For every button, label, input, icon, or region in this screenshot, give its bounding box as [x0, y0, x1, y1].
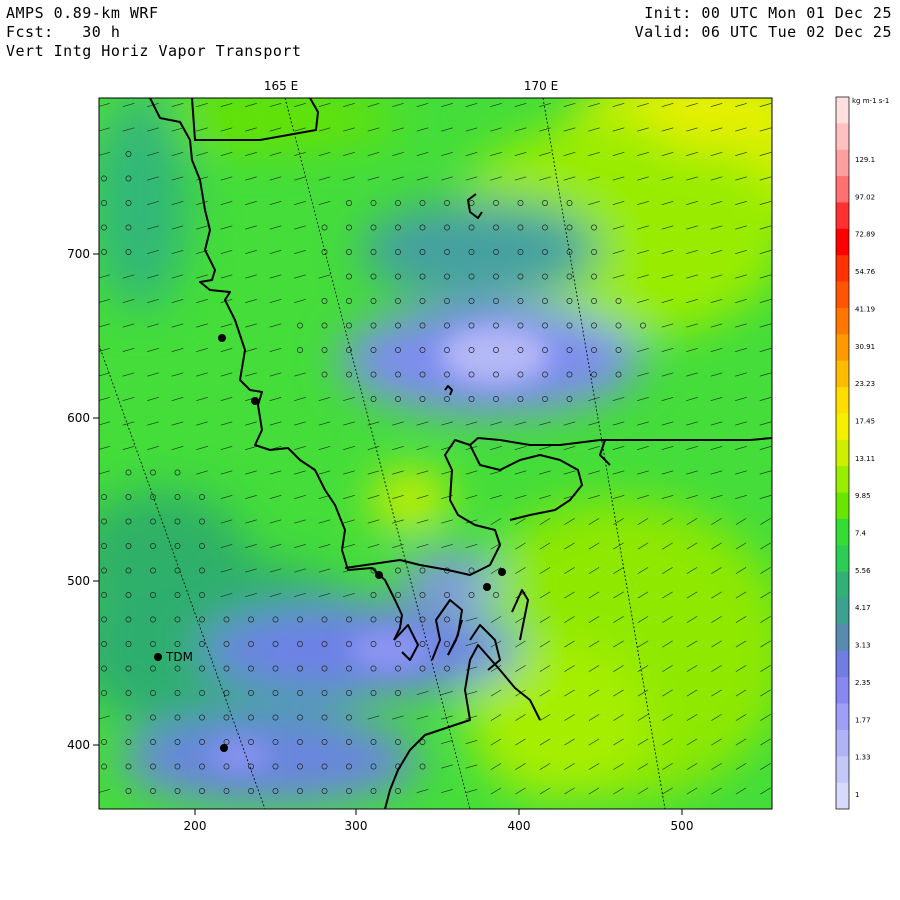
longitude-label: 165 E — [264, 79, 298, 93]
colorbar-swatch — [836, 228, 849, 256]
x-tick-label: 200 — [184, 819, 207, 833]
station-marker — [220, 744, 228, 752]
y-tick-label: 700 — [67, 247, 90, 261]
colorbar-swatch — [836, 492, 849, 520]
colorbar-swatch — [836, 360, 849, 388]
colorbar-swatch — [836, 782, 849, 810]
colorbar-swatch — [836, 439, 849, 467]
x-axis-labels: 200 300 400 500 — [184, 819, 694, 833]
colorbar-swatch — [836, 650, 849, 678]
colorbar-swatch — [836, 729, 849, 757]
station-marker — [218, 334, 226, 342]
colorbar-swatch — [836, 756, 849, 784]
colorbar-label: 72.89 — [855, 231, 875, 239]
colorbar-label: 13.11 — [855, 455, 875, 463]
colorbar-swatch — [836, 281, 849, 309]
longitude-label: 170 E — [524, 79, 558, 93]
colorbar-swatch — [836, 202, 849, 230]
colorbar-unit: kg m-1 s-1 — [852, 97, 889, 105]
x-tick-label: 400 — [508, 819, 531, 833]
colorbar-label: 1 — [855, 791, 859, 799]
colorbar-label: 4.17 — [855, 604, 871, 612]
y-tick-label: 500 — [67, 574, 90, 588]
colorbar-label: 23.23 — [855, 380, 875, 388]
colorbar-label: 17.45 — [855, 417, 875, 425]
y-tick-label: 400 — [67, 738, 90, 752]
station-marker — [498, 568, 506, 576]
colorbar-swatch — [836, 334, 849, 362]
colorbar-label: 9.85 — [855, 492, 871, 500]
colorbar-label: 3.13 — [855, 642, 871, 650]
map-figure: TDM 200 300 400 500 700 600 500 400 165 … — [67, 79, 889, 833]
y-axis-labels: 700 600 500 400 — [67, 247, 90, 752]
station-marker — [375, 571, 383, 579]
colorbar-swatch — [836, 149, 849, 177]
colorbar-swatch — [836, 703, 849, 731]
colorbar-swatch — [836, 677, 849, 705]
colorbar-label: 97.02 — [855, 193, 875, 201]
station-label-tdm: TDM — [165, 650, 193, 664]
y-tick-label: 600 — [67, 411, 90, 425]
colorbar-label: 41.19 — [855, 305, 875, 313]
colorbar-label: 7.4 — [855, 530, 867, 538]
colorbar-swatch — [836, 176, 849, 203]
colorbar — [835, 96, 850, 810]
colorbar-label: 1.77 — [855, 716, 871, 724]
colorbar-label: 54.76 — [855, 268, 876, 276]
colorbar-swatch — [836, 97, 849, 124]
colorbar-swatch — [836, 387, 849, 414]
colorbar-labels: 129.197.0272.8954.7641.1930.9123.2317.45… — [855, 156, 876, 799]
colorbar-swatch — [836, 624, 849, 652]
colorbar-swatch — [836, 598, 849, 625]
station-marker — [251, 397, 259, 405]
map-area: TDM — [99, 98, 772, 809]
x-tick-label: 300 — [345, 819, 368, 833]
colorbar-swatch — [836, 571, 849, 599]
colorbar-label: 1.33 — [855, 754, 871, 762]
colorbar-label: 129.1 — [855, 156, 875, 164]
colorbar-swatch — [836, 545, 849, 573]
colorbar-swatch — [836, 518, 849, 546]
colorbar-swatch — [836, 413, 849, 441]
longitude-labels: 165 E 170 E — [264, 79, 558, 93]
colorbar-label: 30.91 — [855, 343, 875, 351]
colorbar-label: 2.35 — [855, 679, 871, 687]
x-tick-label: 500 — [671, 819, 694, 833]
colorbar-swatch — [836, 123, 849, 151]
colorbar-swatch — [836, 466, 849, 494]
colorbar-swatch — [836, 307, 849, 335]
station-marker — [483, 583, 491, 591]
station-marker-tdm — [154, 653, 162, 661]
colorbar-label: 5.56 — [855, 567, 871, 575]
colorbar-swatch — [836, 255, 849, 283]
